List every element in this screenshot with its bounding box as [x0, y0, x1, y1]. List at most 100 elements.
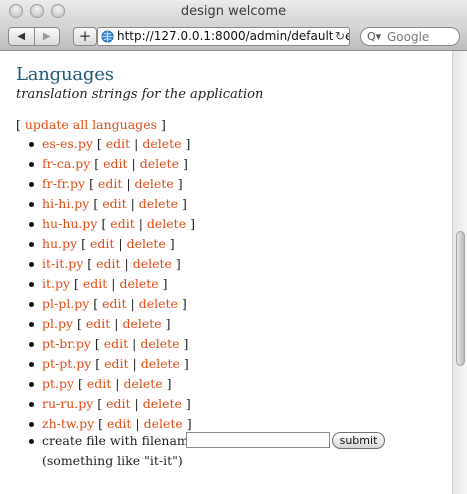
language-file-link[interactable]: pt-br.py — [42, 336, 91, 351]
language-item: hu-hu.py [ edit | delete ] — [0, 214, 440, 234]
edit-link[interactable]: edit — [107, 416, 131, 431]
list-bullet — [29, 282, 34, 287]
delete-link[interactable]: delete — [122, 316, 161, 331]
edit-link[interactable]: edit — [87, 376, 111, 391]
separator: | — [126, 196, 139, 211]
delete-link[interactable]: delete — [139, 196, 178, 211]
edit-link[interactable]: edit — [96, 256, 120, 271]
delete-link[interactable]: delete — [147, 216, 186, 231]
edit-link[interactable]: edit — [102, 296, 126, 311]
language-item: hi-hi.py [ edit | delete ] — [0, 194, 440, 214]
filename-input[interactable] — [186, 432, 330, 448]
language-item: pl.py [ edit | delete ] — [0, 314, 440, 334]
list-bullet — [29, 382, 34, 387]
delete-link[interactable]: delete — [127, 236, 166, 251]
language-file-link[interactable]: es-es.py — [42, 136, 93, 151]
language-file-link[interactable]: it-it.py — [42, 256, 83, 271]
separator: | — [128, 356, 141, 371]
window-title: design welcome — [180, 4, 287, 19]
separator: | — [130, 136, 143, 151]
language-file-link[interactable]: ru-ru.py — [42, 396, 93, 411]
edit-link[interactable]: edit — [90, 236, 114, 251]
language-file-link[interactable]: pt-pt.py — [42, 356, 91, 371]
edit-link[interactable]: edit — [83, 276, 107, 291]
bracket-open: [ — [85, 176, 98, 191]
delete-link[interactable]: delete — [142, 136, 181, 151]
edit-link[interactable]: edit — [86, 316, 110, 331]
delete-link[interactable]: delete — [143, 396, 182, 411]
bracket-open: [ — [90, 156, 104, 171]
bracket-open: [ — [70, 276, 83, 291]
edit-link[interactable]: edit — [110, 216, 134, 231]
edit-link[interactable]: edit — [106, 396, 130, 411]
delete-link[interactable]: delete — [139, 296, 178, 311]
bracket-close: ] — [162, 376, 172, 391]
page-subtitle: translation strings for the application — [16, 87, 264, 102]
bracket-close: ] — [186, 216, 195, 231]
search-placeholder: Google — [387, 30, 430, 44]
bracket-close: ] — [181, 136, 191, 151]
delete-link[interactable]: delete — [135, 176, 174, 191]
language-file-link[interactable]: pl.py — [42, 316, 73, 331]
edit-link[interactable]: edit — [104, 356, 128, 371]
language-item: pt-pt.py [ edit | delete ] — [0, 354, 440, 374]
language-list: es-es.py [ edit | delete ] fr-ca.py [ edi… — [0, 134, 440, 434]
language-item: zh-tw.py [ edit | delete ] — [0, 414, 440, 434]
language-file-link[interactable]: fr-fr.py — [42, 176, 85, 191]
filename-hint: (something like "it-it") — [42, 453, 183, 468]
bracket-close: ] — [178, 196, 187, 211]
delete-link[interactable]: delete — [141, 356, 180, 371]
delete-link[interactable]: delete — [133, 256, 172, 271]
list-bullet — [29, 182, 34, 187]
edit-link[interactable]: edit — [98, 176, 122, 191]
back-arrow-icon[interactable]: ◀ — [9, 28, 35, 45]
bracket-close: ] — [158, 276, 168, 291]
language-file-link[interactable]: hu.py — [42, 236, 77, 251]
delete-link[interactable]: delete — [140, 336, 179, 351]
page-content: Languages translation strings for the ap… — [0, 51, 452, 494]
delete-link[interactable]: delete — [140, 156, 179, 171]
language-file-link[interactable]: pt.py — [42, 376, 74, 391]
delete-link[interactable]: delete — [119, 276, 158, 291]
edit-link[interactable]: edit — [106, 136, 130, 151]
separator: | — [128, 336, 141, 351]
update-all-languages-link[interactable]: update all languages — [25, 117, 157, 132]
vertical-scrollbar[interactable] — [452, 51, 467, 494]
language-item: pl-pl.py [ edit | delete ] — [0, 294, 440, 314]
address-bar[interactable]: http://127.0.0.1:8000/admin/default/desi… — [97, 27, 350, 46]
language-file-link[interactable]: it.py — [42, 276, 70, 291]
bracket-open: [ — [73, 316, 86, 331]
bracket-open: [ — [97, 216, 111, 231]
bracket-open: [ — [93, 396, 107, 411]
bracket-open: [ — [92, 136, 106, 151]
language-file-link[interactable]: pl-pl.py — [42, 296, 89, 311]
bracket-open: [ — [89, 296, 103, 311]
submit-button[interactable]: submit — [332, 432, 385, 449]
edit-link[interactable]: edit — [104, 336, 128, 351]
reload-icon[interactable]: ↻ — [332, 29, 345, 43]
bracket-close: ] — [178, 156, 188, 171]
language-file-link[interactable]: hu-hu.py — [42, 216, 97, 231]
language-item: es-es.py [ edit | delete ] — [0, 134, 440, 154]
delete-link[interactable]: delete — [123, 376, 162, 391]
bracket-open: [ — [16, 117, 25, 132]
scrollbar-thumb[interactable] — [456, 231, 465, 366]
language-file-link[interactable]: fr-ca.py — [42, 156, 90, 171]
separator: | — [110, 316, 123, 331]
delete-link[interactable]: delete — [144, 416, 183, 431]
edit-link[interactable]: edit — [102, 196, 126, 211]
forward-arrow-icon[interactable]: ▶ — [35, 28, 60, 45]
search-field[interactable]: Q▾ Google — [360, 27, 460, 46]
list-bullet — [29, 202, 34, 207]
list-bullet — [29, 422, 34, 427]
bracket-open: [ — [89, 196, 103, 211]
url-text: http://127.0.0.1:8000/admin/default/desi… — [117, 29, 349, 43]
add-bookmark-button[interactable]: + — [73, 27, 97, 46]
bracket-close: ] — [165, 236, 175, 251]
language-file-link[interactable]: hi-hi.py — [42, 196, 89, 211]
language-item: pt.py [ edit | delete ] — [0, 374, 440, 394]
bracket-close: ] — [181, 396, 191, 411]
edit-link[interactable]: edit — [103, 156, 127, 171]
separator: | — [107, 276, 120, 291]
language-file-link[interactable]: zh-tw.py — [42, 416, 94, 431]
